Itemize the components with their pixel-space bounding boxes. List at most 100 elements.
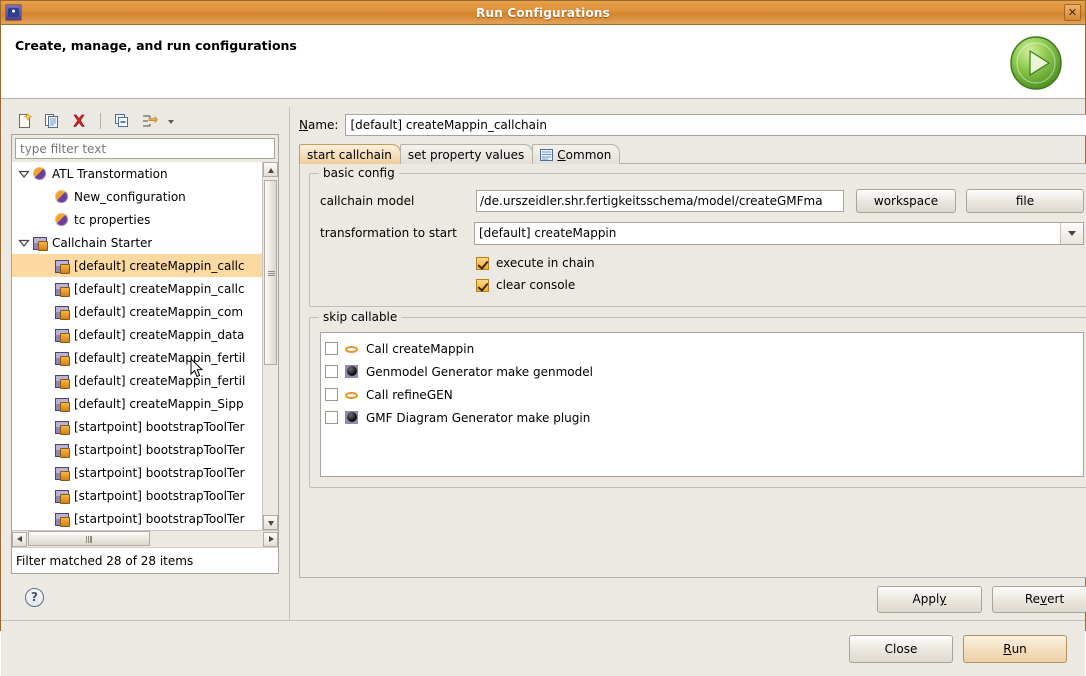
tab-strip: start callchain set property values Comm… <box>299 144 1086 164</box>
tab-start-callchain[interactable]: start callchain <box>299 144 401 164</box>
tree-hscroll-thumb[interactable] <box>28 531 150 546</box>
clear-console-row: clear console <box>320 274 1084 296</box>
callchain-icon <box>54 327 70 343</box>
tree-item[interactable]: [default] createMappin_callc <box>12 254 262 277</box>
chevron-down-icon[interactable] <box>1060 222 1083 244</box>
filter-icon[interactable] <box>140 112 158 130</box>
help-icon[interactable]: ? <box>25 587 44 607</box>
file-button[interactable]: file <box>966 189 1084 213</box>
call-icon <box>344 387 360 403</box>
delete-configuration-icon[interactable] <box>70 112 88 130</box>
skip-callable-checkbox[interactable] <box>325 388 338 401</box>
skip-callable-row[interactable]: Call createMappin <box>325 337 1083 360</box>
skip-callable-row[interactable]: Call refineGEN <box>325 383 1083 406</box>
tab-set-property-values[interactable]: set property values <box>399 144 534 164</box>
run-button[interactable]: Run <box>963 634 1067 663</box>
skip-callable-label: Genmodel Generator make genmodel <box>366 364 593 379</box>
run-mnemonic: R <box>1003 641 1012 656</box>
tree-item[interactable]: tc properties <box>12 208 262 231</box>
run-configurations-dialog: Run Configurations ✕ Create, manage, and… <box>0 0 1086 676</box>
scroll-down-arrow-icon[interactable] <box>263 515 278 530</box>
tree-item-label: [startpoint] bootstrapToolTer <box>74 419 245 434</box>
tree-item[interactable]: [startpoint] bootstrapToolTer <box>12 438 262 461</box>
dialog-button-bar: Close Run <box>1 620 1085 676</box>
callchain-icon <box>54 396 70 412</box>
form-buttons: Appl y Re v ert <box>299 578 1086 620</box>
apply-mnemonic: y <box>939 592 947 606</box>
tree-vertical-scrollbar[interactable] <box>262 162 278 530</box>
name-label-mnemonic: N <box>299 117 308 132</box>
new-configuration-icon[interactable] <box>16 112 34 130</box>
twisty-expanded-icon[interactable] <box>16 166 32 182</box>
eclipse-icon <box>5 4 22 21</box>
callchain-icon <box>54 465 70 481</box>
scroll-left-arrow-icon[interactable] <box>12 531 27 547</box>
search-input[interactable] <box>15 138 275 159</box>
configurations-tree[interactable]: ATL Transtormation New_configuration tc pr… <box>12 162 262 530</box>
apply-pre: Appl <box>912 592 940 606</box>
call-icon <box>344 341 360 357</box>
chevron-down-icon[interactable] <box>167 113 176 129</box>
tab-common-mnemonic: C <box>557 147 566 162</box>
skip-callable-row[interactable]: GMF Diagram Generator make plugin <box>325 406 1083 429</box>
page-title: Create, manage, and run configurations <box>15 38 297 53</box>
apply-button[interactable]: Appl y <box>877 585 982 613</box>
tree-item[interactable]: [default] createMappin_fertil <box>12 346 262 369</box>
clear-console-checkbox[interactable] <box>476 278 489 292</box>
revert-pre: Re <box>1024 592 1041 606</box>
execute-in-chain-checkbox[interactable] <box>476 256 489 270</box>
tree-item[interactable]: [default] createMappin_fertil <box>12 369 262 392</box>
skip-callable-checkbox[interactable] <box>325 342 338 355</box>
tree-item[interactable]: [default] createMappin_data <box>12 323 262 346</box>
tree-horizontal-scrollbar[interactable] <box>12 530 278 547</box>
configuration-editor-panel: Name: start callchain set property value… <box>289 107 1086 620</box>
callchain-model-label: callchain model <box>320 194 415 208</box>
tree-item[interactable]: [startpoint] bootstrapToolTer <box>12 507 262 530</box>
revert-button[interactable]: Re v ert <box>992 585 1086 613</box>
callchain-icon <box>54 511 70 527</box>
skip-callable-label: Call refineGEN <box>366 387 453 402</box>
tab-start-callchain-label: start callchain <box>307 147 392 162</box>
callchain-model-input[interactable] <box>476 190 844 212</box>
common-tab-icon <box>540 148 554 161</box>
eclipse-glyph <box>8 8 19 17</box>
tree-item[interactable]: [startpoint] bootstrapToolTer <box>12 484 262 507</box>
tab-common[interactable]: Common <box>532 144 621 164</box>
skip-callable-checkbox[interactable] <box>325 365 338 378</box>
atl-icon <box>54 189 70 205</box>
callchain-icon <box>54 258 70 274</box>
close-icon[interactable]: ✕ <box>1064 4 1081 21</box>
scroll-right-arrow-icon[interactable] <box>263 531 278 547</box>
skip-callable-list[interactable]: Call createMappin Genmodel Generator make… <box>320 332 1084 477</box>
tree-item[interactable]: [startpoint] bootstrapToolTer <box>12 415 262 438</box>
callchain-icon <box>54 442 70 458</box>
tree-item-label: [startpoint] bootstrapToolTer <box>74 511 245 526</box>
skip-callable-checkbox[interactable] <box>325 411 338 424</box>
tree-item[interactable]: [default] createMappin_com <box>12 300 262 323</box>
collapse-all-icon[interactable] <box>113 112 131 130</box>
tree-item[interactable]: [default] createMappin_Sipp <box>12 392 262 415</box>
callchain-icon <box>54 281 70 297</box>
tree-item[interactable]: Callchain Starter <box>12 231 262 254</box>
tree-item[interactable]: [default] createMappin_callc <box>12 277 262 300</box>
close-button[interactable]: Close <box>849 634 953 663</box>
workspace-button[interactable]: workspace <box>856 189 956 213</box>
configuration-name-input[interactable] <box>345 113 1086 136</box>
callchain-icon <box>54 488 70 504</box>
transformation-combobox[interactable]: [default] createMappin <box>474 221 1084 245</box>
tree-item[interactable]: [startpoint] bootstrapToolTer <box>12 461 262 484</box>
skip-callable-row[interactable]: Genmodel Generator make genmodel <box>325 360 1083 383</box>
twisty-expanded-icon[interactable] <box>16 235 32 251</box>
tree-scroll-thumb[interactable] <box>264 180 277 365</box>
tree-item-label: [default] createMappin_fertil <box>74 350 246 365</box>
tree-item[interactable]: New_configuration <box>12 185 262 208</box>
scroll-up-arrow-icon[interactable] <box>263 162 278 177</box>
tree-item-label: Callchain Starter <box>52 235 153 250</box>
duplicate-configuration-icon[interactable] <box>43 112 61 130</box>
execute-in-chain-label: execute in chain <box>496 256 595 270</box>
tree-item[interactable]: ATL Transtormation <box>12 162 262 185</box>
